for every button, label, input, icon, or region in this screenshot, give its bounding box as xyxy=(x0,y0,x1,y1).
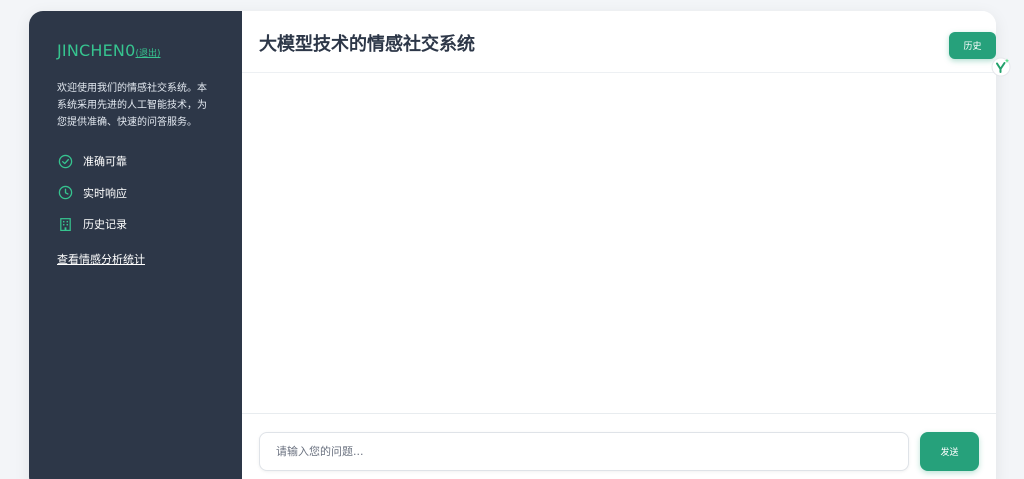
history-button[interactable]: 历史 xyxy=(949,32,996,59)
question-input[interactable] xyxy=(259,432,909,471)
input-bar: 发送 xyxy=(242,413,996,479)
sidebar: JINCHEN0 (退出) 欢迎使用我们的情感社交系统。本系统采用先进的人工智能… xyxy=(29,11,242,479)
header: 大模型技术的情感社交系统 历史 xyxy=(242,11,996,73)
feature-accurate: 准确可靠 xyxy=(57,153,214,169)
check-circle-icon xyxy=(57,153,73,169)
intro-text: 欢迎使用我们的情感社交系统。本系统采用先进的人工智能技术，为您提供准确、快速的问… xyxy=(57,83,207,128)
brand: JINCHEN0 (退出) xyxy=(57,41,214,60)
main-panel: 大模型技术的情感社交系统 历史 发送 xyxy=(242,11,996,479)
emotion-stats-link[interactable]: 查看情感分析统计 xyxy=(57,251,145,267)
feature-history: 历史记录 xyxy=(57,216,214,232)
app-window: JINCHEN0 (退出) 欢迎使用我们的情感社交系统。本系统采用先进的人工智能… xyxy=(29,11,996,479)
feature-label: 实时响应 xyxy=(83,186,127,200)
chat-messages-area xyxy=(242,73,996,413)
send-button[interactable]: 发送 xyxy=(920,432,979,471)
feature-label: 准确可靠 xyxy=(83,155,127,168)
logout-link[interactable]: (退出) xyxy=(135,46,160,59)
assistant-badge-icon[interactable] xyxy=(991,57,1011,77)
clock-icon xyxy=(57,185,73,201)
username-label: JINCHEN0 xyxy=(57,41,136,60)
building-icon xyxy=(57,216,73,232)
page-title: 大模型技术的情感社交系统 xyxy=(259,34,475,55)
feature-label: 历史记录 xyxy=(83,218,127,231)
feature-realtime: 实时响应 xyxy=(57,185,214,201)
